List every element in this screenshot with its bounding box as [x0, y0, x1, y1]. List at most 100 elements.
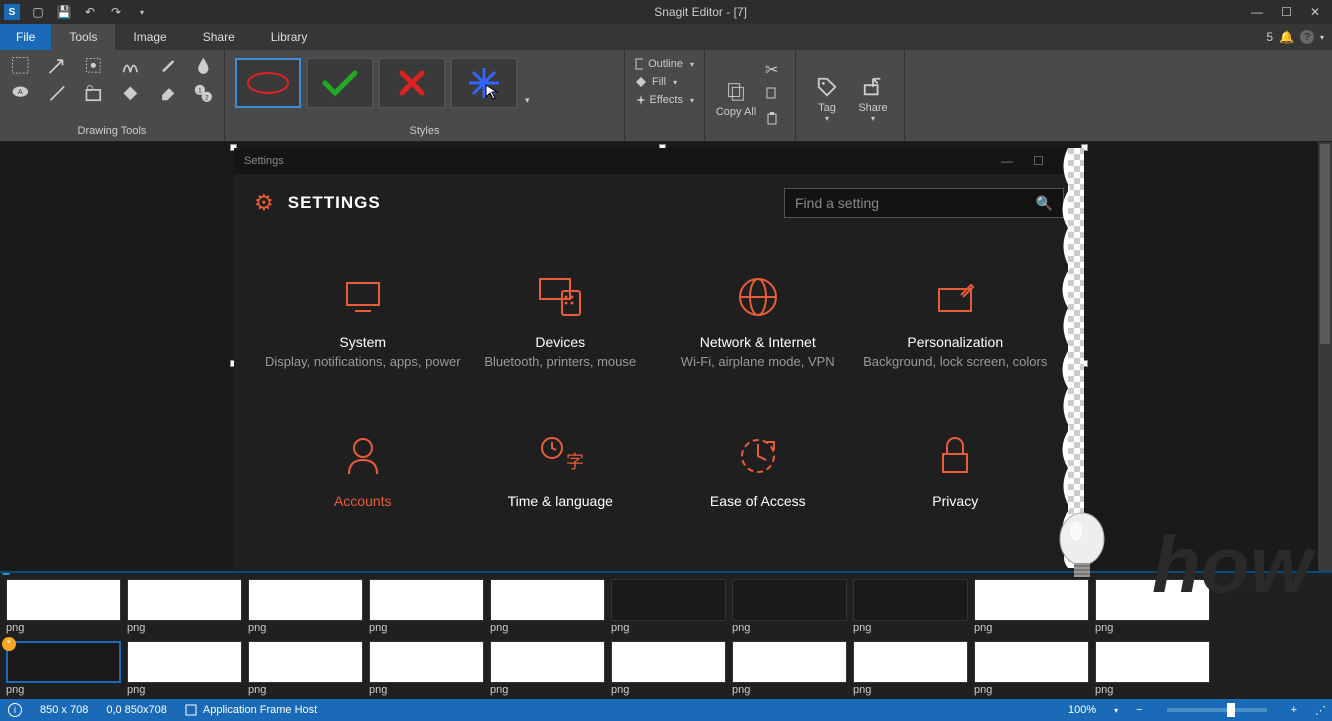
tool-blur[interactable]: [193, 54, 214, 76]
tool-fill[interactable]: [120, 82, 141, 104]
styles-more-icon[interactable]: ▾: [523, 93, 532, 108]
inner-minimize-icon: —: [1001, 154, 1013, 168]
zoom-slider[interactable]: [1167, 708, 1267, 712]
tag-button[interactable]: Tag▾: [806, 54, 848, 139]
tool-pen[interactable]: [120, 54, 141, 76]
thumbnail-item[interactable]: png: [974, 641, 1089, 697]
tile-personalization: PersonalizationBackground, lock screen, …: [857, 272, 1055, 371]
menu-library[interactable]: Library: [253, 24, 326, 50]
thumbnail-item[interactable]: png: [127, 641, 242, 697]
vertical-scrollbar[interactable]: [1318, 142, 1332, 571]
maximize-icon[interactable]: ☐: [1281, 5, 1292, 19]
thumbnail-item[interactable]: png: [732, 641, 847, 697]
svg-text:A: A: [18, 89, 23, 96]
tool-callout[interactable]: A: [10, 82, 31, 104]
thumbnail-item[interactable]: png: [732, 579, 847, 635]
zoom-out-icon[interactable]: −: [1136, 704, 1142, 716]
thumbnail-label: png: [732, 683, 847, 697]
thumbnail-label: png: [248, 621, 363, 635]
tool-eraser[interactable]: [157, 82, 178, 104]
effects-dropdown[interactable]: Effects▾: [635, 94, 694, 106]
cut-icon[interactable]: ✂: [765, 60, 781, 76]
tool-highlighter[interactable]: [157, 54, 178, 76]
thumbnail-item[interactable]: png: [490, 579, 605, 635]
copy-all-button[interactable]: Copy All: [715, 54, 757, 139]
thumbnail-item[interactable]: png: [369, 579, 484, 635]
help-icon[interactable]: ?: [1300, 30, 1314, 44]
minimize-icon[interactable]: —: [1251, 5, 1263, 19]
tray-handle-icon[interactable]: ••••: [2, 571, 8, 580]
thumbnail-item[interactable]: png: [1095, 579, 1210, 635]
thumbnail-item[interactable]: *png: [6, 641, 121, 697]
menu-tools[interactable]: Tools: [51, 24, 115, 50]
tool-line[interactable]: [47, 82, 68, 104]
menu-bar: File Tools Image Share Library 5 🔔 ? ▾: [0, 24, 1332, 50]
search-input: Find a setting 🔍: [784, 188, 1064, 218]
thumbnail-item[interactable]: png: [248, 641, 363, 697]
style-ellipse-red[interactable]: [235, 58, 301, 108]
bell-icon[interactable]: 🔔: [1279, 30, 1294, 44]
thumbnail-item[interactable]: png: [853, 641, 968, 697]
zoom-in-icon[interactable]: +: [1291, 704, 1297, 716]
close-icon[interactable]: ✕: [1310, 5, 1320, 19]
title-bar: S ▢ 💾 ↶ ↷ ▾ Snagit Editor - [7] — ☐ ✕: [0, 0, 1332, 24]
outline-dropdown[interactable]: Outline▾: [635, 58, 694, 70]
thumbnail-label: png: [248, 683, 363, 697]
status-dimensions: 850 x 708: [40, 704, 88, 716]
thumbnail-label: png: [127, 621, 242, 635]
tool-stamp[interactable]: [83, 54, 104, 76]
status-zoom[interactable]: 100%: [1068, 704, 1096, 716]
tile-ease-of-access: Ease of Access: [659, 431, 857, 513]
tool-arrow[interactable]: [47, 54, 68, 76]
save-icon[interactable]: 💾: [56, 4, 72, 20]
lightbulb-icon: [1052, 511, 1112, 591]
drawing-tools-label: Drawing Tools: [10, 125, 214, 139]
thumbnail-label: png: [490, 621, 605, 635]
thumbnail-item[interactable]: png: [1095, 641, 1210, 697]
thumbnail-item[interactable]: png: [611, 641, 726, 697]
menu-share[interactable]: Share: [185, 24, 253, 50]
thumbnail-item[interactable]: png: [490, 641, 605, 697]
qat-dropdown-icon[interactable]: ▾: [134, 4, 150, 20]
style-check-green[interactable]: [307, 58, 373, 108]
tool-selection[interactable]: [10, 54, 31, 76]
thumbnail-item[interactable]: png: [611, 579, 726, 635]
thumbnail-label: png: [127, 683, 242, 697]
copy-icon[interactable]: [765, 86, 781, 102]
captured-image[interactable]: Settings —☐✕ ⚙ SETTINGS Find a setting 🔍…: [234, 148, 1084, 572]
thumbnail-item[interactable]: png: [853, 579, 968, 635]
paste-icon[interactable]: [765, 112, 781, 128]
tile-system: SystemDisplay, notifications, apps, powe…: [264, 272, 462, 371]
tool-shape[interactable]: [83, 82, 104, 104]
share-button[interactable]: Share▾: [852, 54, 894, 139]
tile-privacy: Privacy: [857, 431, 1055, 513]
menu-dropdown-icon[interactable]: ▾: [1320, 33, 1324, 42]
thumbnail-item[interactable]: png: [369, 641, 484, 697]
window-title: Snagit Editor - [7]: [150, 5, 1251, 19]
menu-image[interactable]: Image: [115, 24, 184, 50]
thumbnail-label: png: [1095, 683, 1210, 697]
thumbnail-label: png: [369, 683, 484, 697]
undo-icon[interactable]: ↶: [82, 4, 98, 20]
thumbnail-tray: •••• pngpngpngpngpngpngpngpngpngpng*pngp…: [0, 571, 1332, 699]
thumbnail-item[interactable]: png: [127, 579, 242, 635]
redo-icon[interactable]: ↷: [108, 4, 124, 20]
new-icon[interactable]: ▢: [30, 4, 46, 20]
info-icon[interactable]: i: [8, 703, 22, 717]
thumbnail-label: png: [853, 621, 968, 635]
inner-maximize-icon: ☐: [1033, 154, 1044, 168]
notification-count: 5: [1266, 30, 1273, 44]
canvas-area[interactable]: Settings —☐✕ ⚙ SETTINGS Find a setting 🔍…: [0, 142, 1318, 571]
style-cross-red[interactable]: [379, 58, 445, 108]
thumbnail-item[interactable]: png: [6, 579, 121, 635]
thumbnail-label: png: [369, 621, 484, 635]
thumbnail-label: png: [1095, 621, 1210, 635]
thumbnail-item[interactable]: png: [248, 579, 363, 635]
menu-file[interactable]: File: [0, 24, 51, 50]
style-cursor-burst[interactable]: [451, 58, 517, 108]
fill-dropdown[interactable]: Fill▾: [635, 76, 694, 88]
tool-step[interactable]: 12: [193, 82, 214, 104]
tile-network: Network & InternetWi-Fi, airplane mode, …: [659, 272, 857, 371]
thumbnail-label: png: [6, 621, 121, 635]
resize-grip-icon[interactable]: ⋰: [1315, 704, 1324, 717]
